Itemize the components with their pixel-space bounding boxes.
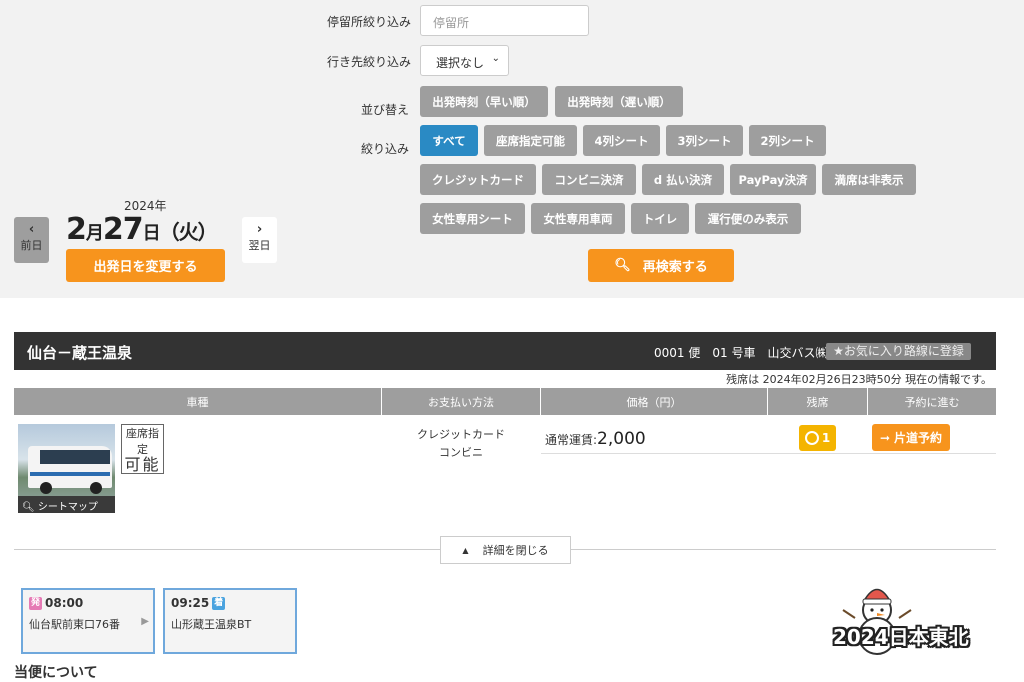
payment-method-credit: クレジットカード <box>417 428 505 441</box>
table-header-seats: 残席 <box>768 388 867 415</box>
filter-3-row-seat-chip[interactable]: 3列シート <box>666 125 743 156</box>
destination-filter-label: 行き先絞り込み <box>327 55 412 69</box>
filter-convenience-store-chip[interactable]: コンビニ決済 <box>542 164 636 195</box>
add-favorite-route-button[interactable]: ★お気に入り路線に登録 <box>826 343 971 360</box>
filter-paypay-chip[interactable]: PayPay決済 <box>730 164 816 195</box>
seat-info-timestamp: 残席は 2024年02月26日23時50分 現在の情報です。 <box>726 373 992 386</box>
seat-map-link[interactable]: 🔍︎ シートマップ <box>18 496 115 513</box>
table-header-vehicle: 車種 <box>14 388 381 415</box>
filter-2-row-seat-chip[interactable]: 2列シート <box>749 125 826 156</box>
search-icon: 🔍︎ <box>22 502 35 513</box>
bus-stripe <box>30 472 110 476</box>
stop-filter-input[interactable]: 停留所 <box>420 5 589 36</box>
table-header-payment: お支払い方法 <box>382 388 540 415</box>
bus-photo[interactable]: 🔍︎ シートマップ <box>18 424 115 513</box>
close-details-label: 詳細を閉じる <box>482 544 549 557</box>
chevron-right-icon: › <box>256 222 263 237</box>
filter-seat-reservable-chip[interactable]: 座席指定可能 <box>484 125 577 156</box>
fare-value: 2,000 <box>597 429 646 449</box>
one-way-reserve-label: 片道予約 <box>894 431 943 445</box>
filter-credit-card-chip[interactable]: クレジットカード <box>420 164 536 195</box>
route-title: 仙台－蔵王温泉 <box>27 344 133 362</box>
research-button-label: 再検索する <box>642 260 708 275</box>
fare: 通常運賃:2,000 <box>545 429 646 449</box>
destination-select[interactable]: 選択なし ⌄ <box>420 45 509 76</box>
date-weekday: （火） <box>159 220 218 244</box>
next-day-button[interactable]: › 翌日 <box>242 217 277 263</box>
departure-stop-name: 仙台駅前東口76番 <box>29 618 120 631</box>
seat-reservation-badge: 座席指定 可能 <box>121 424 164 474</box>
sort-earliest-button[interactable]: 出発時刻（早い順） <box>420 86 548 117</box>
seat-map-label: シートマップ <box>37 502 98 513</box>
seat-badge-top: 座席指定 <box>126 427 159 456</box>
chevron-down-icon: ⌄ <box>491 53 500 64</box>
stop-filter-label: 停留所絞り込み <box>327 15 412 29</box>
previous-day-button[interactable]: ‹ 前日 <box>14 217 49 263</box>
table-header-price: 価格（円） <box>541 388 767 415</box>
chevron-left-icon: ‹ <box>28 222 35 237</box>
route-header: 仙台－蔵王温泉 0001 便 01 号車 山交バス㈱ ★お気に入り路線に登録 <box>14 332 996 370</box>
filter-women-car-chip[interactable]: 女性専用車両 <box>531 203 625 234</box>
triangle-right-icon: ▶ <box>141 616 149 627</box>
table-header-reserve: 予約に進む <box>868 388 996 415</box>
one-way-reserve-button[interactable]: ➞ 片道予約 <box>872 424 950 451</box>
date-month: 2 <box>66 212 87 247</box>
bus-window <box>40 450 110 464</box>
destination-select-value: 選択なし <box>436 56 485 70</box>
departure-time: 発 08:00 <box>29 596 83 610</box>
search-icon: 🔍︎ <box>614 258 631 273</box>
date-month-unit: 月 <box>85 223 104 244</box>
filter-toilet-chip[interactable]: トイレ <box>631 203 689 234</box>
filter-label: 絞り込み <box>361 142 410 156</box>
about-this-trip-heading: 当便について <box>14 665 98 681</box>
arrival-time-value: 09:25 <box>171 596 210 610</box>
close-details-button[interactable]: ▲ 詳細を閉じる <box>440 536 571 564</box>
arrival-stop: 09:25 着 山形蔵王温泉BT <box>163 588 297 654</box>
filter-operating-only-chip[interactable]: 運行便のみ表示 <box>695 203 801 234</box>
departure-stop: 発 08:00 仙台駅前東口76番 ▶ <box>21 588 155 654</box>
sort-latest-button[interactable]: 出発時刻（遅い順） <box>555 86 683 117</box>
filter-d-pay-chip[interactable]: d 払い決済 <box>642 164 724 195</box>
filter-4-row-seat-chip[interactable]: 4列シート <box>583 125 660 156</box>
departure-time-value: 08:00 <box>45 596 84 610</box>
filter-hide-full-chip[interactable]: 満席は非表示 <box>822 164 916 195</box>
arrow-right-icon: ➞ <box>879 430 891 445</box>
search-panel: 停留所絞り込み 停留所 行き先絞り込み 選択なし ⌄ 並び替え 出発時刻（早い順… <box>0 0 1024 298</box>
sort-label: 並び替え <box>361 103 410 117</box>
bus-wheel <box>40 482 52 494</box>
departure-date: 2月27日（火） <box>66 212 218 247</box>
payment-method-convenience: コンビニ <box>439 446 483 459</box>
watermark-text: 2024日本東北 <box>833 625 969 649</box>
date-day: 27 <box>102 212 144 247</box>
research-button[interactable]: 🔍︎ 再検索する <box>588 249 734 282</box>
departure-tag: 発 <box>29 596 42 610</box>
arrival-tag: 着 <box>212 596 226 610</box>
circle-icon <box>804 431 819 445</box>
bus-wheel <box>90 482 102 494</box>
remaining-seats-count: 1 <box>821 431 831 445</box>
previous-day-label: 前日 <box>20 239 43 252</box>
remaining-seats-badge: 1 <box>799 425 836 451</box>
route-trip-info: 0001 便 01 号車 山交バス㈱ <box>654 346 828 360</box>
arrival-time: 09:25 着 <box>171 596 226 610</box>
filter-all-chip[interactable]: すべて <box>420 125 478 156</box>
chevron-up-icon: ▲ <box>462 545 469 555</box>
filter-women-seat-chip[interactable]: 女性専用シート <box>420 203 525 234</box>
change-date-button[interactable]: 出発日を変更する <box>66 249 225 282</box>
arrival-stop-name: 山形蔵王温泉BT <box>171 618 252 631</box>
date-day-unit: 日 <box>142 223 161 244</box>
fare-label: 通常運賃: <box>545 433 598 447</box>
seat-badge-bottom: 可能 <box>124 455 161 474</box>
next-day-label: 翌日 <box>248 239 271 252</box>
